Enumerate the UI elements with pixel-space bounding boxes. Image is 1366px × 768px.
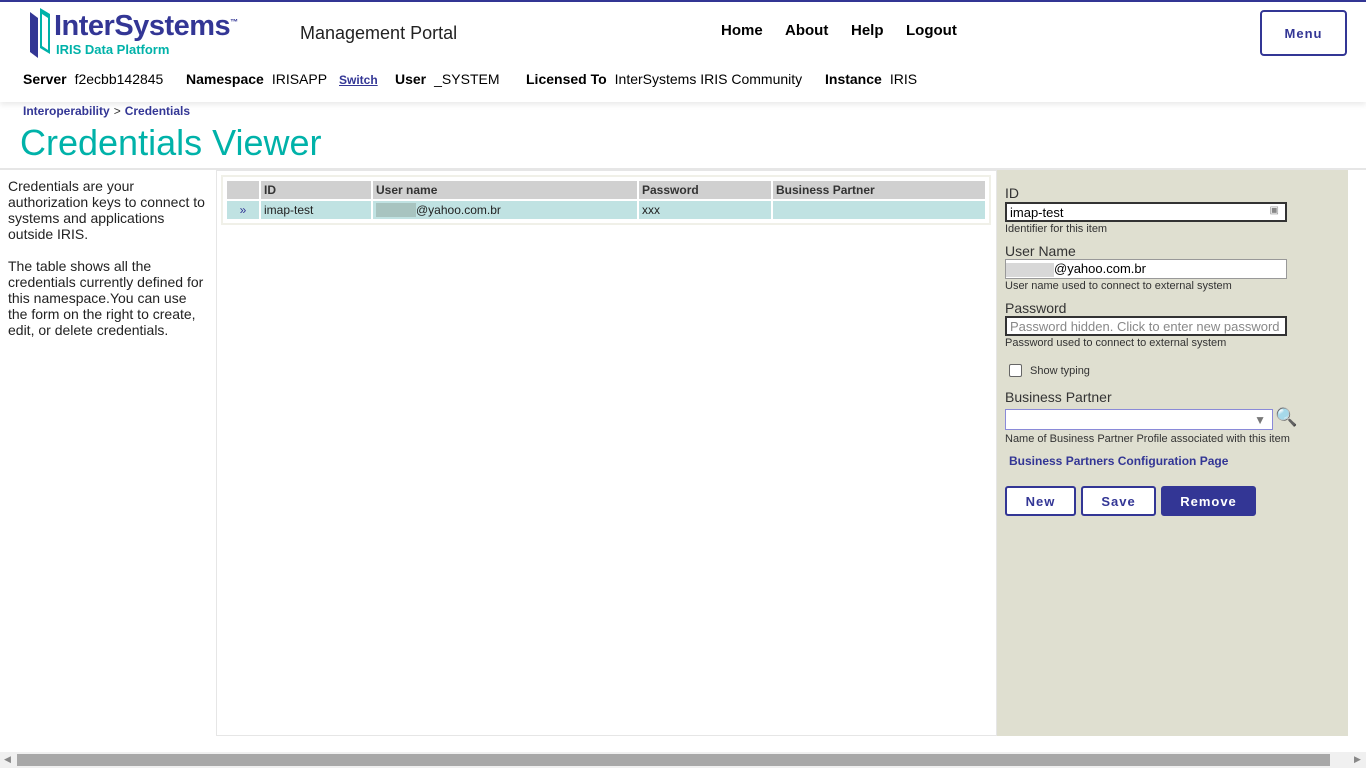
remove-button[interactable]: Remove bbox=[1161, 486, 1256, 516]
user-info: User _SYSTEM bbox=[395, 71, 500, 87]
username-hint: User name used to connect to external sy… bbox=[1005, 280, 1232, 292]
nav-help[interactable]: Help bbox=[851, 22, 884, 39]
table-row[interactable]: » imap-test @yahoo.com.br xxx bbox=[227, 201, 985, 219]
server-label: Server bbox=[23, 71, 67, 87]
cell-business-partner[interactable] bbox=[773, 201, 985, 219]
cell-password[interactable]: xxx bbox=[639, 201, 771, 219]
scroll-left-icon[interactable]: ◀ bbox=[4, 754, 11, 765]
description-paragraph: The table shows all the credentials curr… bbox=[8, 258, 204, 338]
username-label: User Name bbox=[1005, 243, 1076, 259]
header: InterSystems™ IRIS Data Platform Managem… bbox=[0, 2, 1366, 102]
breadcrumb: Interoperability > Credentials bbox=[23, 104, 190, 118]
show-typing-checkbox[interactable] bbox=[1009, 364, 1022, 377]
user-label: User bbox=[395, 71, 427, 87]
business-partner-hint: Name of Business Partner Profile associa… bbox=[1005, 433, 1290, 445]
license-info: Licensed To InterSystems IRIS Community bbox=[526, 71, 802, 87]
server-info: Server f2ecbb142845 bbox=[23, 71, 163, 87]
licensed-value: InterSystems IRIS Community bbox=[614, 71, 803, 87]
id-input[interactable]: imap-test ▣ bbox=[1005, 202, 1287, 222]
logo-tm: ™ bbox=[230, 17, 238, 27]
credentials-table: ID User name Password Business Partner »… bbox=[225, 179, 987, 221]
id-label: ID bbox=[1005, 185, 1019, 201]
user-value: _SYSTEM bbox=[434, 71, 500, 87]
horizontal-scrollbar[interactable]: ◀ ▶ bbox=[0, 752, 1366, 768]
id-value: imap-test bbox=[1010, 205, 1064, 220]
breadcrumb-interoperability[interactable]: Interoperability bbox=[23, 104, 110, 118]
intersystems-logo[interactable]: InterSystems™ IRIS Data Platform bbox=[28, 8, 238, 65]
description: Credentials are your authorization keys … bbox=[8, 178, 208, 354]
show-typing-label[interactable]: Show typing bbox=[1030, 365, 1090, 377]
licensed-label: Licensed To bbox=[526, 71, 607, 87]
credentials-table-area: ID User name Password Business Partner »… bbox=[216, 170, 997, 736]
breadcrumb-credentials[interactable]: Credentials bbox=[125, 104, 190, 118]
breadcrumb-separator: > bbox=[113, 104, 121, 118]
credential-form: ID imap-test ▣ Identifier for this item U… bbox=[997, 170, 1348, 736]
id-hint: Identifier for this item bbox=[1005, 223, 1108, 235]
scroll-right-icon[interactable]: ▶ bbox=[1354, 754, 1361, 765]
column-header-select bbox=[227, 181, 259, 199]
redacted-block bbox=[1006, 262, 1054, 277]
new-button[interactable]: New bbox=[1005, 486, 1076, 516]
cell-id[interactable]: imap-test bbox=[261, 201, 371, 219]
namespace-value: IRISAPP bbox=[271, 71, 328, 87]
password-hint: Password used to connect to external sys… bbox=[1005, 337, 1227, 349]
username-input[interactable]: @yahoo.com.br bbox=[1005, 259, 1287, 279]
namespace-label: Namespace bbox=[186, 71, 264, 87]
business-partner-label: Business Partner bbox=[1005, 389, 1112, 405]
server-value: f2ecbb142845 bbox=[74, 71, 164, 87]
save-button[interactable]: Save bbox=[1081, 486, 1156, 516]
nav-about[interactable]: About bbox=[785, 22, 828, 39]
column-header-id[interactable]: ID bbox=[261, 181, 371, 199]
contact-card-icon: ▣ bbox=[1269, 205, 1279, 216]
cell-username[interactable]: @yahoo.com.br bbox=[373, 201, 637, 219]
portal-title: Management Portal bbox=[300, 23, 458, 43]
column-header-business-partner[interactable]: Business Partner bbox=[773, 181, 985, 199]
instance-value: IRIS bbox=[889, 71, 918, 87]
switch-namespace-link[interactable]: Switch bbox=[339, 73, 378, 87]
username-value: @yahoo.com.br bbox=[1054, 261, 1146, 276]
description-paragraph: Credentials are your authorization keys … bbox=[8, 178, 205, 242]
menu-button[interactable]: Menu bbox=[1260, 10, 1347, 56]
cell-username-text: @yahoo.com.br bbox=[416, 202, 501, 217]
table-header-row: ID User name Password Business Partner bbox=[227, 181, 985, 199]
nav-home[interactable]: Home bbox=[721, 22, 763, 39]
column-header-username[interactable]: User name bbox=[373, 181, 637, 199]
instance-label: Instance bbox=[825, 71, 882, 87]
redacted-block bbox=[376, 203, 416, 218]
chevron-down-icon: ▼ bbox=[1254, 413, 1266, 427]
search-icon[interactable]: 🔍 bbox=[1275, 407, 1297, 428]
password-input[interactable]: Password hidden. Click to enter new pass… bbox=[1005, 316, 1287, 336]
nav-logout[interactable]: Logout bbox=[906, 22, 957, 39]
row-selected-marker: » bbox=[227, 201, 259, 219]
password-placeholder: Password hidden. Click to enter new pass… bbox=[1010, 319, 1280, 334]
namespace-info: Namespace IRISAPP bbox=[186, 71, 327, 87]
business-partners-config-link[interactable]: Business Partners Configuration Page bbox=[1009, 454, 1228, 468]
page-title: Credentials Viewer bbox=[20, 122, 322, 163]
logo-text: InterSystems bbox=[54, 10, 231, 42]
column-header-password[interactable]: Password bbox=[639, 181, 771, 199]
logo-subtitle: IRIS Data Platform bbox=[56, 42, 170, 57]
password-label: Password bbox=[1005, 300, 1067, 316]
business-partner-select[interactable]: ▼ bbox=[1005, 409, 1273, 430]
logo-mark-icon bbox=[30, 8, 50, 58]
scrollbar-thumb[interactable] bbox=[17, 754, 1330, 766]
instance-info: Instance IRIS bbox=[825, 71, 917, 87]
